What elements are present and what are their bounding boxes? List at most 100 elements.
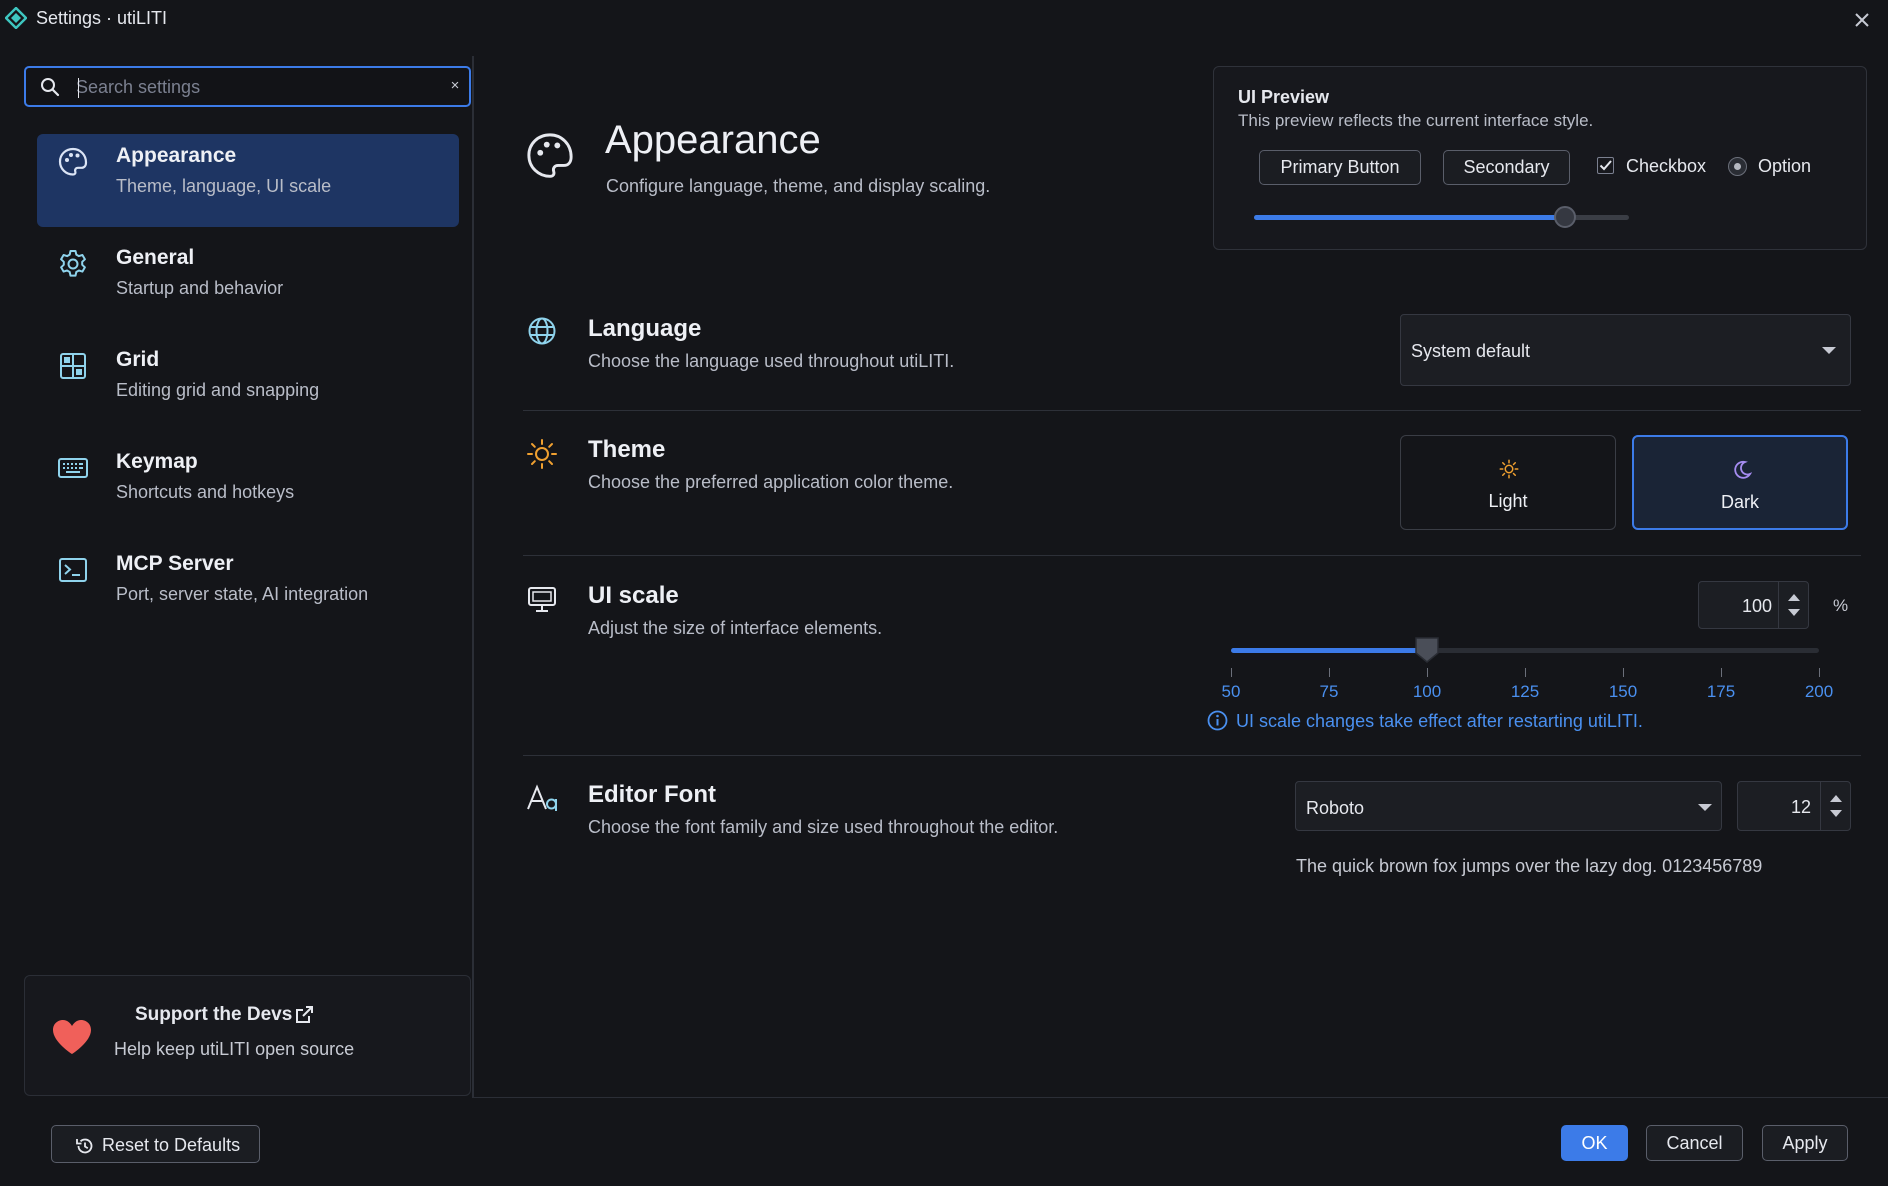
window-title: Settings · utiLITI [36,8,168,28]
ui-scale-spinner[interactable]: 100 [1698,581,1809,629]
reset-to-defaults-button[interactable]: Reset to Defaults [51,1125,260,1163]
support-title: Support the Devs [135,1004,293,1025]
palette-icon [57,146,89,178]
close-icon [1855,13,1869,27]
font-preview-text: The quick brown fox jumps over the lazy … [1296,856,1763,876]
ui-scale-tick [1231,668,1232,677]
preview-description: This preview reflects the current interf… [1238,111,1594,130]
sidebar-item-general[interactable]: General Startup and behavior [37,236,459,329]
sidebar-item-title: Keymap [116,450,198,473]
ui-scale-tick [1623,668,1624,677]
font-family-value: Roboto [1306,798,1365,818]
theme-description: Choose the preferred application color t… [588,472,954,492]
ui-scale-tick-label: 175 [1706,682,1736,701]
language-title: Language [588,315,702,342]
section-divider [523,755,1861,756]
cancel-button[interactable]: Cancel [1646,1125,1743,1161]
theme-title: Theme [588,436,666,463]
grid-icon [57,350,89,382]
page-title: Appearance [605,118,821,162]
history-reset-icon [75,1136,95,1156]
footer-divider [474,1097,1888,1098]
sidebar-item-keymap[interactable]: Keymap Shortcuts and hotkeys [37,440,459,533]
theme-option-dark[interactable]: Dark [1632,435,1848,530]
app-logo-icon [5,7,27,29]
external-link-icon [294,1005,314,1025]
reset-button-label: Reset to Defaults [102,1135,241,1155]
preview-title: UI Preview [1238,87,1330,107]
sidebar-item-grid[interactable]: Grid Editing grid and snapping [37,338,459,431]
preview-secondary-button[interactable]: Secondary [1443,150,1570,185]
ui-scale-tick-label: 50 [1221,682,1241,701]
search-clear-button[interactable]: × [445,76,465,96]
heart-icon [51,1018,93,1056]
ok-button[interactable]: OK [1561,1125,1628,1161]
ui-scale-title: UI scale [588,582,679,609]
radio-dot [1734,163,1741,170]
font-icon [526,784,560,812]
apply-button[interactable]: Apply [1762,1125,1848,1161]
language-description: Choose the language used throughout utiL… [588,351,955,371]
sidebar-item-appearance[interactable]: Appearance Theme, language, UI scale [37,134,459,227]
sidebar-item-title: Grid [116,348,160,371]
ui-scale-note: UI scale changes take effect after resta… [1236,711,1643,731]
sidebar-item-subtitle: Editing grid and snapping [116,380,320,400]
preview-radio[interactable] [1728,157,1747,176]
dropdown-arrow-icon [1697,803,1713,813]
language-value: System default [1411,341,1531,361]
ui-scale-tick-label: 100 [1412,682,1442,701]
spinner-arrows[interactable] [1820,782,1850,830]
spinner-arrows-icon [1830,795,1842,817]
preview-primary-button[interactable]: Primary Button [1259,150,1421,185]
sidebar-item-title: Appearance [116,144,237,167]
support-subtitle: Help keep utiLITI open source [114,1039,355,1059]
editor-font-title: Editor Font [588,781,716,808]
ui-scale-tick [1721,668,1722,677]
ui-scale-tick [1525,668,1526,677]
ui-scale-tick-label: 75 [1319,682,1339,701]
preview-slider-handle[interactable] [1554,206,1577,228]
preview-slider-fill [1254,215,1566,220]
ui-scale-slider-track[interactable] [1231,648,1819,653]
moon-icon [1732,460,1752,480]
preview-checkbox[interactable] [1597,157,1614,174]
sidebar-item-mcp-server[interactable]: MCP Server Port, server state, AI integr… [37,542,459,635]
sidebar-item-subtitle: Port, server state, AI integration [116,584,369,604]
sun-icon [526,438,558,470]
text-caret [78,78,79,98]
ui-scale-slider-handle[interactable] [1414,636,1440,664]
sidebar-item-subtitle: Startup and behavior [116,278,284,298]
font-size-spinner[interactable]: 12 [1737,781,1851,831]
info-icon [1207,710,1228,731]
ui-scale-slider-fill [1231,648,1427,653]
terminal-icon [57,554,89,586]
theme-option-label: Dark [1720,492,1759,512]
section-divider [523,555,1861,556]
theme-option-light[interactable]: Light [1400,435,1616,530]
sun-icon [1499,459,1519,479]
dropdown-arrow-icon [1821,346,1837,356]
font-family-dropdown[interactable]: Roboto [1295,781,1722,831]
ui-scale-tick [1427,668,1428,677]
search-input[interactable] [76,73,426,101]
spinner-arrows[interactable] [1778,582,1808,628]
font-size-value: 12 [1790,797,1811,817]
sidebar-item-title: General [116,246,195,269]
ui-scale-tick [1329,668,1330,677]
ui-scale-tick-label: 125 [1510,682,1540,701]
search-icon [40,77,60,97]
sidebar-item-subtitle: Theme, language, UI scale [116,176,332,196]
search-box[interactable]: × [24,66,471,107]
keyboard-icon [57,452,89,484]
ui-scale-description: Adjust the size of interface elements. [588,618,883,638]
preview-checkbox-label: Checkbox [1626,156,1707,176]
close-window-button[interactable] [1848,6,1876,34]
ui-scale-tick-label: 150 [1608,682,1638,701]
ui-scale-tick-label: 200 [1804,682,1834,701]
page-subtitle: Configure language, theme, and display s… [606,176,991,196]
editor-font-description: Choose the font family and size used thr… [588,817,1059,837]
ui-scale-unit: % [1833,596,1849,615]
language-dropdown[interactable]: System default [1400,314,1851,386]
monitor-icon [526,583,558,615]
support-the-devs-card[interactable]: Support the Devs Help keep utiLITI open … [24,975,471,1096]
